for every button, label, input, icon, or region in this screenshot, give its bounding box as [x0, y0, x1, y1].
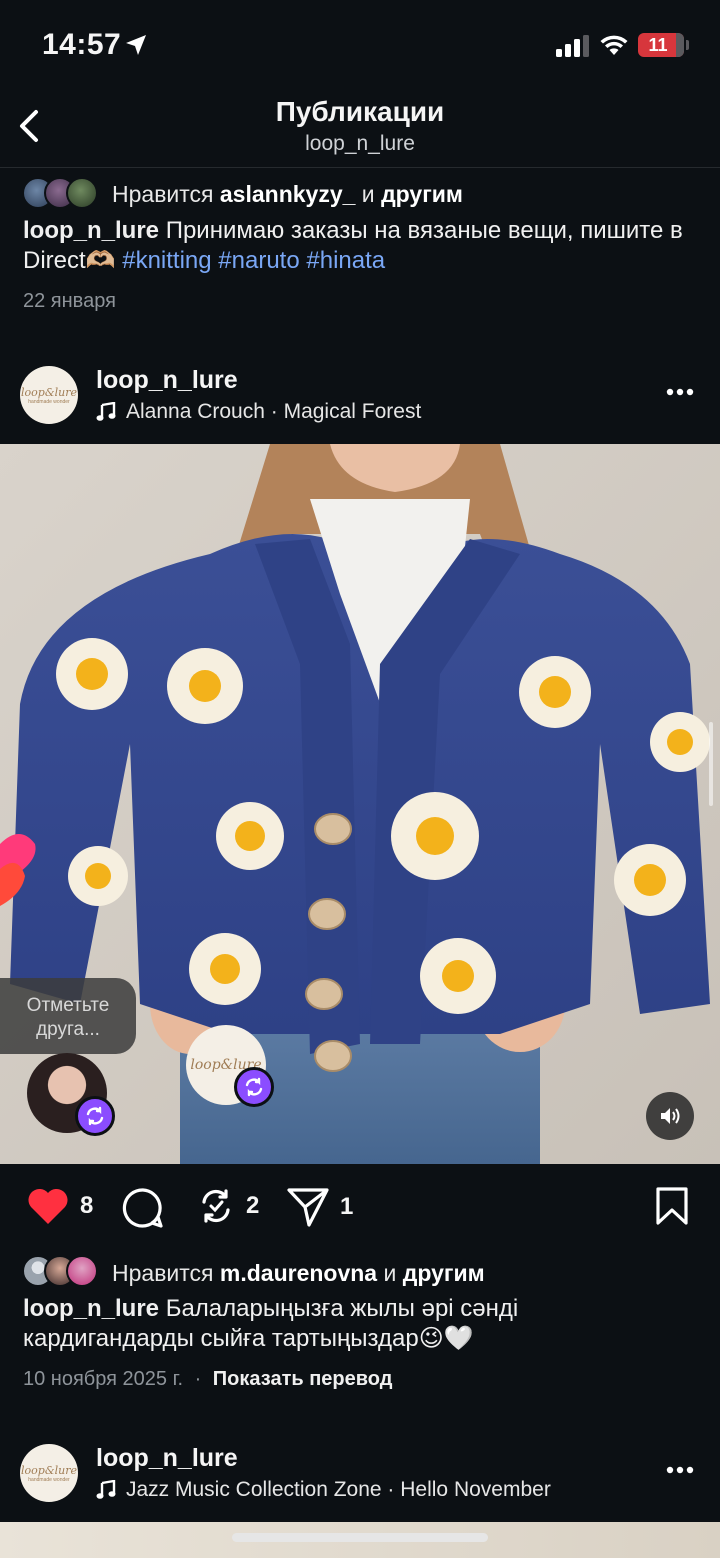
sound-toggle-button[interactable] [646, 1092, 694, 1140]
liked-by-user[interactable]: aslannkyzy_ [220, 181, 356, 207]
location-arrow-icon [126, 35, 146, 55]
show-translation-link[interactable]: Показать перевод [213, 1368, 393, 1390]
avatar [66, 177, 98, 209]
avatar[interactable]: loop&lure handmade wonder [20, 1444, 78, 1502]
post-music[interactable]: Alanna Crouch · Magical Forest [96, 400, 421, 424]
post-username[interactable]: loop_n_lure [96, 1444, 238, 1473]
liked-by-others[interactable]: другим [403, 1260, 485, 1286]
wifi-icon [600, 35, 628, 55]
post-actions: 8 2 1 [0, 1186, 720, 1236]
heart-filled-icon [28, 1188, 68, 1224]
music-note-icon [96, 1480, 116, 1499]
music-title: Jazz Music Collection Zone · Hello Novem… [126, 1478, 551, 1501]
page-subtitle: loop_n_lure [305, 132, 415, 155]
avatar [66, 1255, 98, 1287]
repost-icon [86, 1106, 104, 1126]
repost-count: 2 [246, 1192, 260, 1219]
repost-icon [202, 1189, 230, 1223]
liked-by-avatars[interactable] [22, 1255, 98, 1287]
battery-indicator: 11 [638, 33, 684, 57]
liked-by-text[interactable]: Нравится m.daurenovna и другим [112, 1260, 485, 1287]
hashtag[interactable]: #hinata [306, 247, 385, 274]
cardigan-photo [0, 444, 720, 1164]
repost-badge [234, 1067, 274, 1107]
post-date: 10 ноября 2025 г. [23, 1368, 183, 1390]
bookmark-icon [656, 1187, 688, 1225]
liked-by-user[interactable]: m.daurenovna [220, 1260, 377, 1286]
music-note-icon [96, 402, 116, 421]
tag-friend-bubble[interactable]: Отметьте друга... [0, 978, 136, 1054]
caption-author[interactable]: loop_n_lure [23, 217, 159, 244]
cellular-signal-icon [556, 35, 589, 57]
liked-by-avatars[interactable] [22, 177, 98, 209]
post-music[interactable]: Jazz Music Collection Zone · Hello Novem… [96, 1478, 551, 1502]
caption-author[interactable]: loop_n_lure [23, 1295, 159, 1322]
more-options-icon[interactable] [666, 388, 694, 396]
post-caption: loop_n_lure Балаларыңызға жылы әрі сәнді… [23, 1295, 519, 1352]
post-media-video[interactable] [0, 444, 720, 1164]
music-title: Alanna Crouch · Magical Forest [126, 400, 422, 423]
post-username[interactable]: loop_n_lure [96, 366, 238, 395]
like-action[interactable]: 8 [26, 1186, 93, 1226]
share-count: 1 [340, 1193, 354, 1220]
liked-by-others[interactable]: другим [381, 181, 463, 207]
comment-action[interactable] [121, 1186, 165, 1230]
repost-action[interactable]: 2 [196, 1186, 259, 1226]
comment-icon [122, 1188, 163, 1228]
status-time: 14:57 [42, 28, 122, 61]
like-count: 8 [80, 1192, 94, 1219]
page-title: Публикации [275, 96, 445, 127]
separator: · [194, 1368, 202, 1390]
post-header: loop&lure handmade wonder loop_n_lure Al… [0, 366, 720, 444]
scrollbar[interactable] [709, 722, 713, 806]
home-indicator[interactable] [232, 1533, 488, 1542]
battery-level: 11 [648, 35, 668, 55]
nav-bar: Публикации loop_n_lure [0, 92, 720, 168]
post-header: loop&lure handmade wonder loop_n_lure Ja… [0, 1444, 720, 1522]
speaker-icon [661, 1108, 680, 1124]
liked-by-text[interactable]: Нравится aslannkyzy_ и другим [112, 181, 463, 208]
share-action[interactable]: 1 [286, 1186, 353, 1228]
hashtag[interactable]: #knitting [122, 247, 211, 274]
post-date: 22 января [23, 290, 116, 312]
save-action[interactable] [654, 1186, 690, 1226]
more-options-icon[interactable] [666, 1466, 694, 1474]
post-date-row: 10 ноября 2025 г. · Показать перевод [23, 1368, 392, 1391]
send-icon [287, 1188, 329, 1227]
avatar[interactable]: loop&lure handmade wonder [20, 366, 78, 424]
post-caption: loop_n_lure Принимаю заказы на вязаные в… [23, 217, 683, 274]
status-bar: 14:57 11 [0, 0, 720, 92]
repost-icon [245, 1077, 263, 1097]
hashtag[interactable]: #naruto [218, 247, 299, 274]
repost-badge [75, 1096, 115, 1136]
